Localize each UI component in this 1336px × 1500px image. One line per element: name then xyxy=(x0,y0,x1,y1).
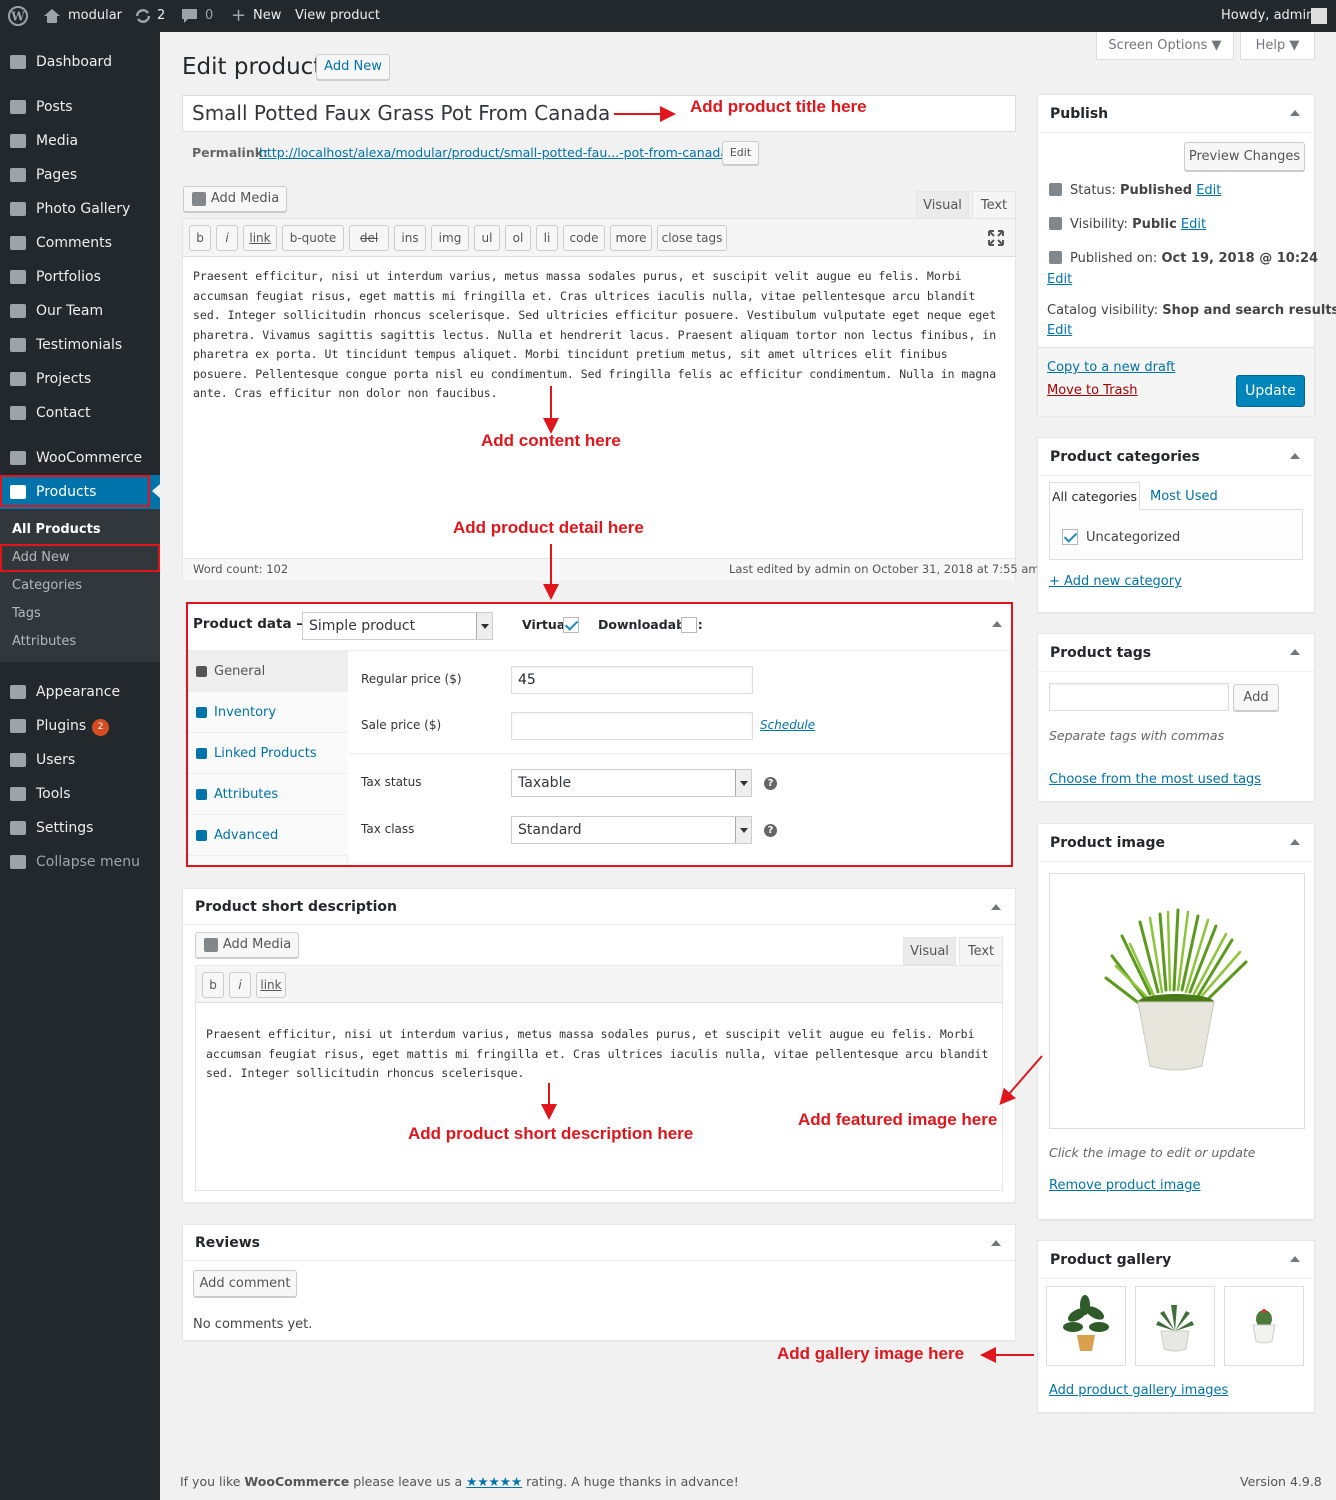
annotation-featured: Add featured image here xyxy=(798,1110,998,1129)
version-text: Version 4.9.8 xyxy=(1240,1474,1322,1489)
annotation-short: Add product short description here xyxy=(408,1124,694,1143)
annotation-title: Add product title here xyxy=(690,97,867,116)
annotation-gallery: Add gallery image here xyxy=(777,1344,965,1363)
footer-text: rating. A huge thanks in advance! xyxy=(526,1474,739,1489)
annotation-content: Add content here xyxy=(481,431,621,450)
footer-text: please leave us a xyxy=(353,1474,463,1489)
footer-text: If you like xyxy=(180,1474,241,1489)
rating-stars-link[interactable]: ★★★★★ xyxy=(466,1474,522,1489)
footer-thanks: If you like WooCommerce please leave us … xyxy=(180,1474,739,1489)
footer-brand: WooCommerce xyxy=(244,1474,350,1489)
annotation-detail: Add product detail here xyxy=(453,518,644,537)
annotation-arrows xyxy=(541,106,1043,1363)
